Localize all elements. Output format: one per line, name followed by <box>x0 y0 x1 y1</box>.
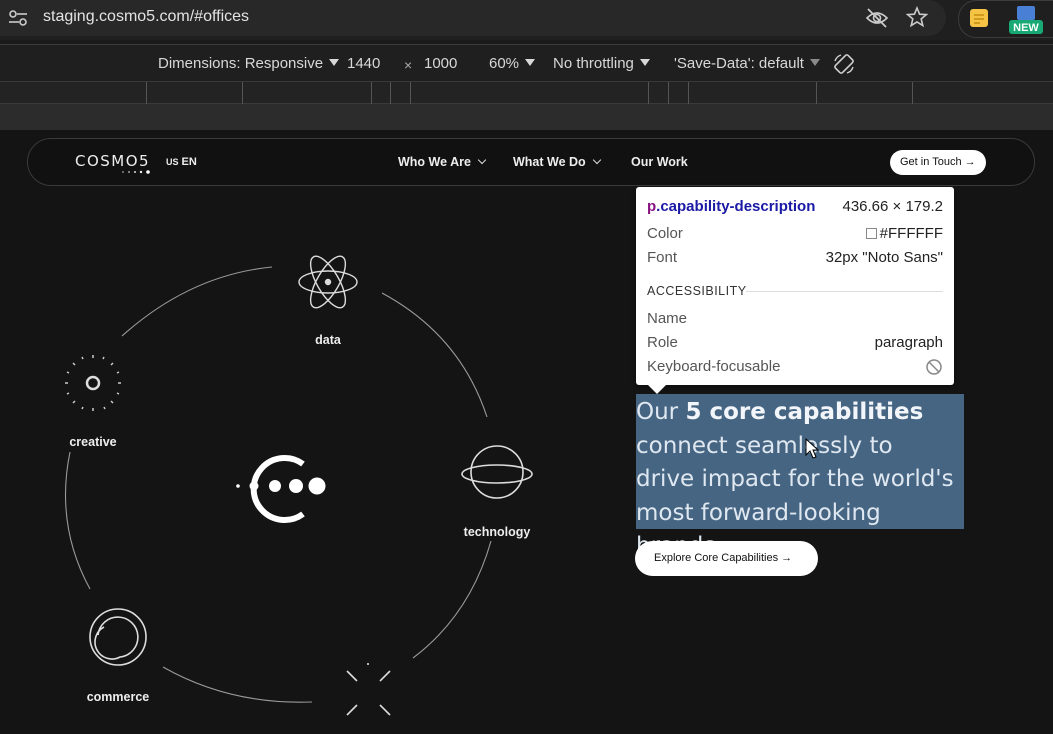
height-input[interactable]: 1000 <box>424 55 457 72</box>
divider <box>746 291 943 292</box>
capability-label-technology[interactable]: technology <box>452 525 542 539</box>
explore-label: Explore Core Capabilities <box>654 552 779 564</box>
width-input[interactable]: 1440 <box>347 55 380 72</box>
spark-icon <box>346 663 391 716</box>
ruler-tick <box>410 82 411 104</box>
description-emphasis: 5 core capabilities <box>685 399 924 425</box>
orbit-arc <box>162 666 313 703</box>
throttling-label: No throttling <box>553 55 634 72</box>
role-label: Role <box>647 334 678 351</box>
planet-icon <box>461 445 533 499</box>
new-extension-icon[interactable]: NEW <box>1007 4 1045 36</box>
chevron-down-icon <box>329 59 340 66</box>
mouse-cursor-icon <box>805 438 819 459</box>
ruler-tick <box>668 82 669 104</box>
url-text[interactable]: staging.cosmo5.com/#offices <box>43 8 249 26</box>
color-label: Color <box>647 225 683 242</box>
browser-toolbar: staging.cosmo5.com/#offices NEW <box>0 0 1053 40</box>
color-hex: #FFFFFF <box>879 225 943 242</box>
rotate-icon[interactable] <box>832 52 856 76</box>
dimensions-label: Dimensions: Responsive <box>158 55 324 72</box>
throttling-dropdown[interactable]: No throttling <box>553 55 650 72</box>
ruler-gap <box>0 104 1053 130</box>
orbit-arc <box>412 540 492 659</box>
ruler-tick <box>371 82 372 104</box>
dimensions-dropdown[interactable]: Dimensions: Responsive <box>158 55 340 72</box>
capability-label-commerce[interactable]: commerce <box>78 690 158 704</box>
font-label: Font <box>647 249 678 266</box>
color-swatch <box>865 228 877 239</box>
ruler-tick <box>390 82 391 104</box>
capability-label-creative[interactable]: creative <box>55 435 131 449</box>
times-separator: × <box>404 57 413 73</box>
nav-our-work[interactable]: Our Work <box>631 155 688 169</box>
ruler-tick <box>648 82 649 104</box>
ruler-tick <box>242 82 243 104</box>
new-badge-text: NEW <box>1013 22 1039 34</box>
cta-label: Get in Touch <box>900 156 962 168</box>
description-text: Our <box>636 399 686 425</box>
eye-off-icon[interactable] <box>865 7 889 29</box>
tooltip-selector: p.capability-description <box>647 198 815 215</box>
selector-tag: p <box>647 198 657 215</box>
capability-label-data[interactable]: data <box>300 333 356 347</box>
element-size: 436.66 × 179.2 <box>842 198 943 215</box>
capability-description: Our 5 core capabilities connect seamless… <box>636 396 956 564</box>
ruler-tick <box>688 82 689 104</box>
capability-orbit <box>64 255 533 716</box>
save-data-label: 'Save-Data': default <box>674 55 804 72</box>
zoom-label: 60% <box>489 55 520 72</box>
color-value: #FFFFFF <box>865 225 943 242</box>
address-bar[interactable]: staging.cosmo5.com/#offices <box>0 0 946 36</box>
chevron-down-icon <box>525 59 536 66</box>
focusable-label: Keyboard-focusable <box>647 358 781 375</box>
device-toolbar: Dimensions: Responsive 1440 × 1000 60% N… <box>0 44 1053 82</box>
accessibility-heading: ACCESSIBILITY <box>647 284 747 298</box>
ruler-tick <box>816 82 817 104</box>
orbit-arc <box>64 451 91 590</box>
atom-icon <box>298 255 358 309</box>
swirl-icon <box>89 608 147 666</box>
save-data-dropdown[interactable]: 'Save-Data': default <box>674 55 820 72</box>
notes-extension-icon[interactable] <box>968 7 990 29</box>
chevron-down-icon <box>639 59 650 66</box>
name-label: Name <box>647 310 688 327</box>
orbit-arc <box>381 292 488 418</box>
zoom-dropdown[interactable]: 60% <box>489 55 536 72</box>
media-query-ruler[interactable] <box>0 82 1053 104</box>
get-in-touch-button[interactable]: Get in Touch → <box>890 150 986 175</box>
site-settings-icon[interactable] <box>8 9 28 27</box>
not-allowed-icon <box>926 359 942 375</box>
inspect-tooltip: p.capability-description 436.66 × 179.2 … <box>636 187 954 385</box>
orbit-arc <box>121 266 273 337</box>
ruler-tick <box>146 82 147 104</box>
font-value: 32px "Noto Sans" <box>825 249 943 266</box>
cosmo-logo-icon <box>236 455 326 523</box>
explore-capabilities-button[interactable]: Explore Core Capabilities → <box>635 541 818 576</box>
role-value: paragraph <box>874 334 943 351</box>
tooltip-arrow <box>647 384 667 394</box>
sunburst-icon <box>65 355 121 411</box>
bookmark-star-icon[interactable] <box>906 6 928 28</box>
selector-class: .capability-description <box>656 198 816 215</box>
ruler-tick <box>912 82 913 104</box>
chevron-down-icon <box>809 59 820 66</box>
